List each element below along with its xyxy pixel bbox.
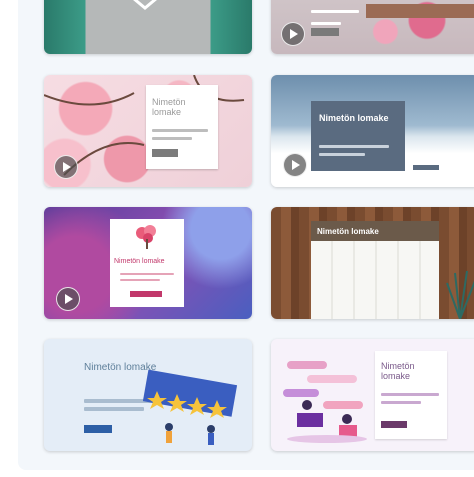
template-card-6[interactable]: Nimetön lomake: [271, 207, 474, 319]
form-submit: [152, 149, 178, 157]
chevron-down-icon: [133, 0, 157, 10]
card-line: [311, 22, 341, 25]
play-icon[interactable]: [56, 287, 80, 311]
form-submit: [84, 425, 112, 433]
form-line: [152, 129, 208, 132]
form-title: Nimetön lomake: [317, 227, 379, 236]
form-title: Nimetön lomake: [152, 97, 186, 117]
play-icon[interactable]: [281, 22, 305, 46]
form-line: [319, 145, 389, 148]
form-submit: [413, 165, 439, 170]
template-card-1[interactable]: [44, 0, 252, 54]
form-line: [84, 407, 144, 411]
card-button: [311, 28, 339, 36]
form-title: Nimetön lomake: [319, 113, 389, 123]
template-card-4[interactable]: Nimetön lomake: [271, 75, 474, 187]
form-preview: Nimetön lomake: [110, 219, 184, 307]
template-card-7[interactable]: Nimetön lomake: [44, 339, 252, 451]
brown-band: [366, 4, 474, 18]
form-line: [319, 153, 365, 156]
template-card-3[interactable]: Nimetön lomake: [44, 75, 252, 187]
rating-illustration: [142, 369, 238, 445]
form-submit: [130, 291, 162, 297]
form-line: [120, 273, 174, 275]
form-preview: Nimetön lomake: [311, 101, 405, 171]
form-stripes: [311, 241, 439, 319]
people-illustration: [283, 361, 367, 443]
form-preview: Nimetön lomake: [311, 221, 439, 319]
form-title: Nimetön lomake: [114, 258, 165, 265]
form-line: [152, 137, 192, 140]
form-title: Nimetön lomake: [381, 361, 415, 381]
form-line: [381, 393, 439, 396]
template-card-2[interactable]: [271, 0, 474, 54]
form-preview: Nimetön lomake: [375, 351, 447, 439]
form-preview: Nimetön lomake: [146, 85, 218, 169]
card-line: [311, 10, 359, 13]
plant-decoration: [446, 270, 474, 319]
form-line: [120, 279, 160, 281]
template-card-8[interactable]: Nimetön lomake: [271, 339, 474, 451]
template-card-5[interactable]: Nimetön lomake: [44, 207, 252, 319]
play-icon[interactable]: [54, 155, 78, 179]
play-icon[interactable]: [283, 153, 307, 177]
blossom-icon: [136, 225, 156, 249]
form-submit: [381, 421, 407, 428]
form-line: [381, 401, 421, 404]
